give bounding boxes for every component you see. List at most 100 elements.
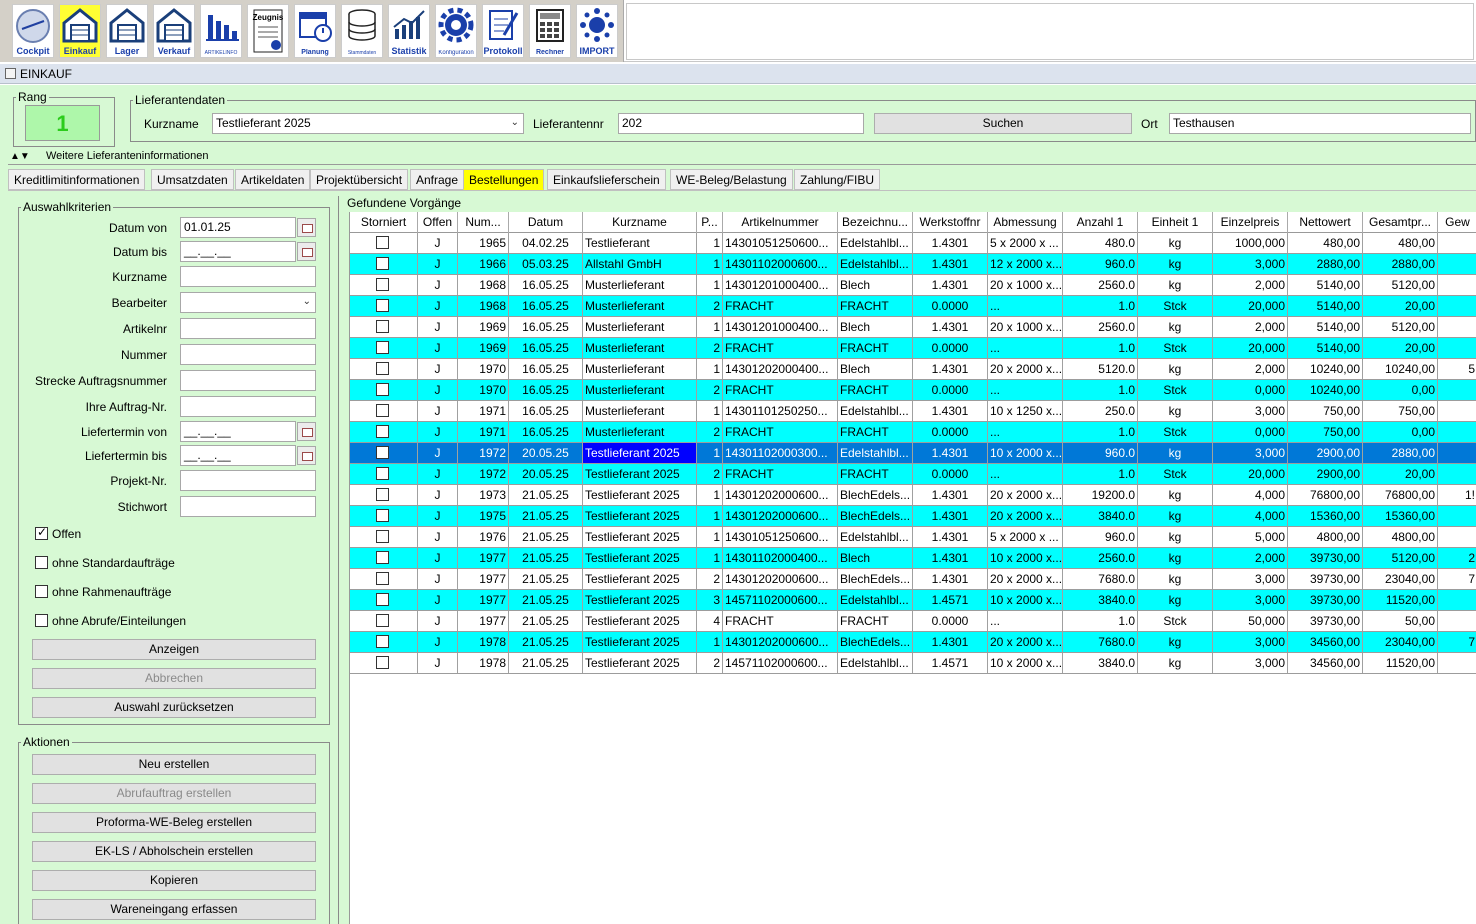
storniert-checkbox[interactable] [376,509,389,522]
column-header-einheit[interactable]: Einheit 1 [1138,212,1213,233]
liefertermin-bis-input[interactable]: __.__.__ [180,445,296,466]
toolbar-cockpit-button[interactable]: Cockpit [12,4,54,58]
storniert-checkbox[interactable] [376,593,389,606]
tab-einkaufslieferschein[interactable]: Einkaufslieferschein [547,169,666,190]
abbrechen-button[interactable]: Abbrechen [32,668,316,689]
table-row[interactable]: J 1977 21.05.25 Testlieferant 2025 2 14301202… [350,569,1476,590]
table-row[interactable]: J 1978 21.05.25 Testlieferant 2025 1 14301202… [350,632,1476,653]
storniert-checkbox[interactable] [376,446,389,459]
strecke-input[interactable] [180,370,316,391]
tab-kreditlimit[interactable]: Kreditlimitinformationen [8,169,146,190]
tab-umsatzdaten[interactable]: Umsatzdaten [151,169,234,190]
ek-ls-button[interactable]: EK-LS / Abholschein erstellen [32,841,316,862]
storniert-checkbox[interactable] [376,236,389,249]
storniert-checkbox[interactable] [376,299,389,312]
column-header-gewicht[interactable]: Gew [1438,212,1476,233]
table-row[interactable]: J 1978 21.05.25 Testlieferant 2025 2 14571102… [350,653,1476,674]
table-row[interactable]: J 1972 20.05.25 Testlieferant 2025 1 14301102… [350,443,1476,464]
storniert-checkbox[interactable] [376,614,389,627]
nummer-input[interactable] [180,344,316,365]
tab-we-beleg[interactable]: WE-Beleg/Belastung [670,169,793,190]
toolbar-lager-button[interactable]: Lager [106,4,148,58]
storniert-checkbox[interactable] [376,257,389,270]
table-row[interactable]: J 1968 16.05.25 Musterlieferant 1 14301201000… [350,275,1476,296]
projekt-nr-input[interactable] [180,470,316,491]
stichwort-input[interactable] [180,496,316,517]
toolbar-import-button[interactable]: IMPORT [576,4,618,58]
liefertermin-von-input[interactable]: __.__.__ [180,421,296,442]
toolbar-stammdaten-button[interactable]: Stammdaten [341,4,383,58]
lieferantennr-input[interactable]: 202 [618,113,864,134]
auswahl-zuruecksetzen-button[interactable]: Auswahl zurücksetzen [32,697,316,718]
kurzname-filter-input[interactable] [180,266,316,287]
toolbar-zeugnis-button[interactable]: Zeugnis [247,4,289,58]
tab-anfrage[interactable]: Anfrage [410,169,465,190]
column-header-bezeichnung[interactable]: Bezeichnu... [838,212,913,233]
toolbar-statistik-button[interactable]: Statistik [388,4,430,58]
table-row[interactable]: J 1977 21.05.25 Testlieferant 2025 1 14301102… [350,548,1476,569]
storniert-checkbox[interactable] [376,551,389,564]
storniert-checkbox[interactable] [376,467,389,480]
table-row[interactable]: J 1971 16.05.25 Musterlieferant 1 14301101250… [350,401,1476,422]
tab-projektuebersicht[interactable]: Projektübersicht [310,169,409,190]
column-header-datum[interactable]: Datum [509,212,583,233]
toolbar-artikelinfo-button[interactable]: ARTIKELINFO [200,4,242,58]
ort-input[interactable]: Testhausen [1169,113,1471,134]
suchen-button[interactable]: Suchen [874,113,1132,134]
storniert-checkbox[interactable] [376,488,389,501]
table-row[interactable]: J 1971 16.05.25 Musterlieferant 2 FRACHT FRACH… [350,422,1476,443]
calendar-icon[interactable] [297,218,316,237]
tab-zahlung-fibu[interactable]: Zahlung/FIBU [794,169,881,190]
toolbar-konfiguration-button[interactable]: Konfiguration [435,4,477,58]
storniert-checkbox[interactable] [376,656,389,669]
column-header-anzahl[interactable]: Anzahl 1 [1063,212,1138,233]
storniert-checkbox[interactable] [376,320,389,333]
table-row[interactable]: J 1977 21.05.25 Testlieferant 2025 4 FRACHT FR… [350,611,1476,632]
wareneingang-button[interactable]: Wareneingang erfassen [32,899,316,920]
storniert-checkbox[interactable] [376,572,389,585]
storniert-checkbox[interactable] [376,278,389,291]
table-row[interactable]: J 1969 16.05.25 Musterlieferant 2 FRACHT FRACH… [350,338,1476,359]
column-header-storniert[interactable]: Storniert [350,212,418,233]
storniert-checkbox[interactable] [376,383,389,396]
ohne-standard-checkbox[interactable] [35,556,48,569]
column-header-kurzname[interactable]: Kurzname [583,212,697,233]
column-header-offen[interactable]: Offen [418,212,458,233]
offen-checkbox[interactable] [35,525,48,540]
calendar-icon[interactable] [297,242,316,261]
artikelnr-input[interactable] [180,318,316,339]
ihre-auftrag-input[interactable] [180,396,316,417]
tab-bestellungen[interactable]: Bestellungen [463,169,545,190]
column-header-pos[interactable]: P... [697,212,723,233]
table-row[interactable]: J 1968 16.05.25 Musterlieferant 2 FRACHT FRACH… [350,296,1476,317]
tab-artikeldaten[interactable]: Artikeldaten [235,169,311,190]
storniert-checkbox[interactable] [376,404,389,417]
column-header-werkstoffnr[interactable]: Werkstoffnr [913,212,988,233]
table-row[interactable]: J 1969 16.05.25 Musterlieferant 1 14301201000… [350,317,1476,338]
toolbar-planung-button[interactable]: Planung [294,4,336,58]
column-header-einzelpreis[interactable]: Einzelpreis [1213,212,1288,233]
storniert-checkbox[interactable] [376,425,389,438]
bearbeiter-select[interactable]: ⌄ [180,292,316,313]
storniert-checkbox[interactable] [376,341,389,354]
column-header-abmessung[interactable]: Abmessung [988,212,1063,233]
weitere-info-label[interactable]: Weitere Lieferanteninformationen [46,150,208,162]
ohne-rahmen-checkbox[interactable] [35,585,48,598]
neu-erstellen-button[interactable]: Neu erstellen [32,754,316,775]
anzeigen-button[interactable]: Anzeigen [32,639,316,660]
table-row[interactable]: J 1972 20.05.25 Testlieferant 2025 2 FRACHT FR… [350,464,1476,485]
expand-toggle-icon[interactable]: ▲▼ [10,151,30,162]
table-row[interactable]: J 1970 16.05.25 Musterlieferant 1 14301202000… [350,359,1476,380]
table-row[interactable]: J 1970 16.05.25 Musterlieferant 2 FRACHT FRACH… [350,380,1476,401]
storniert-checkbox[interactable] [376,362,389,375]
table-row[interactable]: J 1976 21.05.25 Testlieferant 2025 1 14301051… [350,527,1476,548]
column-header-artikelnummer[interactable]: Artikelnummer [723,212,838,233]
calendar-icon[interactable] [297,446,316,465]
ohne-abrufe-checkbox[interactable] [35,614,48,627]
storniert-checkbox[interactable] [376,635,389,648]
table-row[interactable]: J 1973 21.05.25 Testlieferant 2025 1 14301202… [350,485,1476,506]
datum-bis-input[interactable]: __.__.__ [180,241,296,262]
toolbar-rechner-button[interactable]: Rechner [529,4,571,58]
toolbar-protokoll-button[interactable]: Protokoll [482,4,524,58]
table-row[interactable]: J 1975 21.05.25 Testlieferant 2025 1 14301202… [350,506,1476,527]
